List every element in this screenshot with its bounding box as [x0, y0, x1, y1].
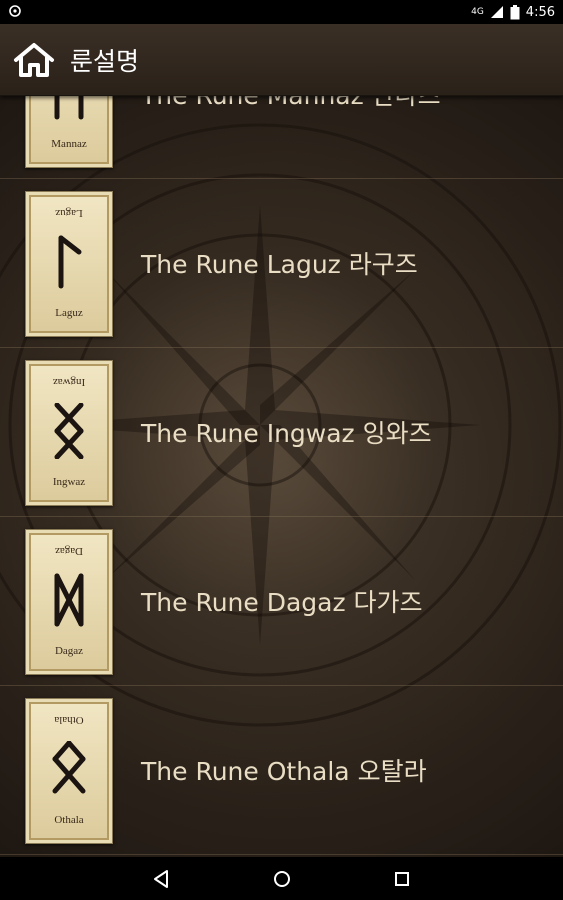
- card-top-name: Ingwaz: [52, 376, 86, 388]
- rune-card: Ingwaz Ingwaz: [25, 360, 113, 506]
- card-bottom-name: Laguz: [55, 307, 83, 319]
- rune-list-container[interactable]: Mannaz Mannaz The Rune Mannaz 만나즈 Laguz: [0, 95, 563, 857]
- battery-icon: [510, 4, 520, 19]
- back-triangle-icon[interactable]: [150, 867, 174, 891]
- rune-label: The Rune Ingwaz 잉와즈: [141, 419, 432, 448]
- rune-list: Mannaz Mannaz The Rune Mannaz 만나즈 Laguz: [0, 95, 563, 855]
- rune-card: Mannaz Mannaz: [25, 95, 113, 168]
- card-top-name: Dagaz: [54, 545, 84, 557]
- home-icon[interactable]: [12, 40, 56, 80]
- page-title: 룬설명: [70, 47, 140, 76]
- signal-icon: [490, 6, 503, 18]
- recents-square-icon[interactable]: [390, 867, 414, 891]
- rune-label: The Rune Laguz 라구즈: [141, 250, 418, 279]
- notification-icon: [9, 5, 21, 17]
- rune-label: The Rune Dagaz 다가즈: [141, 588, 423, 617]
- othala-rune-icon: [52, 741, 86, 794]
- rune-card: Laguz Laguz: [25, 191, 113, 337]
- card-bottom-name: Othala: [54, 814, 84, 826]
- status-bar: 4G 4:56: [0, 0, 563, 24]
- rune-label: The Rune Othala 오탈라: [141, 757, 427, 786]
- network-type-label: 4G: [471, 7, 484, 17]
- rune-card: Othala Othala: [25, 698, 113, 844]
- list-item-mannaz[interactable]: Mannaz Mannaz The Rune Mannaz 만나즈: [0, 95, 563, 179]
- app-bar: 룬설명: [0, 24, 563, 96]
- rune-card: Dagaz Dagaz: [25, 529, 113, 675]
- card-bottom-name: Dagaz: [54, 645, 84, 657]
- status-time: 4:56: [525, 4, 555, 20]
- card-top-name: Othala: [54, 714, 84, 726]
- laguz-rune-icon: [58, 235, 82, 289]
- card-top-name: Laguz: [55, 207, 83, 219]
- status-icons: 4G 4:56: [471, 0, 555, 24]
- card-bottom-name: Ingwaz: [52, 476, 86, 488]
- rune-label: The Rune Mannaz 만나즈: [141, 95, 441, 110]
- list-item-dagaz[interactable]: Dagaz Dagaz The Rune Dagaz 다가즈: [0, 517, 563, 686]
- navigation-bar: [0, 857, 563, 900]
- list-item-ingwaz[interactable]: Ingwaz Ingwaz The Rune Ingwaz 잉와즈: [0, 348, 563, 517]
- list-item-othala[interactable]: Othala Othala The Rune Othala 오탈라: [0, 686, 563, 855]
- card-bottom-name: Mannaz: [51, 138, 87, 150]
- list-item-laguz[interactable]: Laguz Laguz The Rune Laguz 라구즈: [0, 179, 563, 348]
- ingwaz-rune-icon: [54, 403, 84, 459]
- dagaz-rune-icon: [54, 573, 84, 627]
- home-circle-icon[interactable]: [270, 867, 294, 891]
- mannaz-rune-icon: [54, 95, 84, 120]
